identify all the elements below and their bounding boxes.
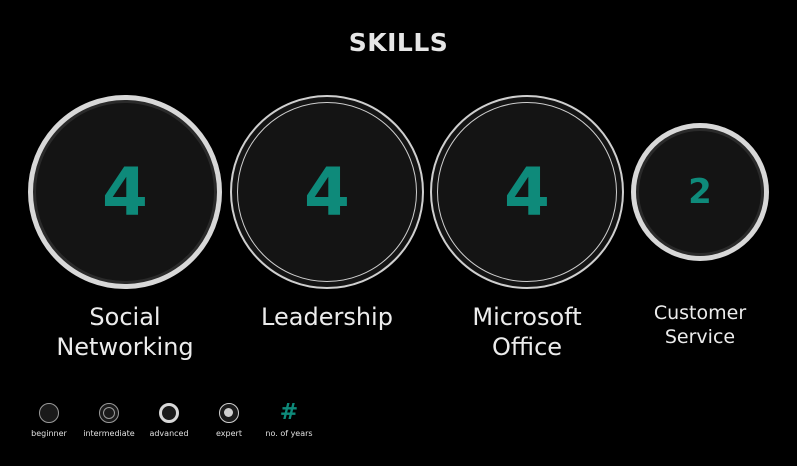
skill-label-customer-service: Customer Service <box>620 302 780 350</box>
skill-label-line: Service <box>664 325 736 348</box>
page-title: SKILLS <box>348 28 449 57</box>
skill-label-social-networking: Social Networking <box>28 302 222 362</box>
advanced-ring-icon <box>159 403 179 423</box>
skill-circle-leadership: 4 <box>230 95 424 289</box>
skill-label-line: Microsoft <box>472 303 582 331</box>
skill-label-leadership: Leadership <box>230 302 424 332</box>
skill-label-line: Office <box>491 333 563 361</box>
skill-years: 4 <box>504 153 550 231</box>
legend-label: no. of years <box>265 429 313 438</box>
skill-label-line: Networking <box>56 333 194 361</box>
skill-label-line: Leadership <box>261 303 393 331</box>
skill-years: 4 <box>102 153 148 231</box>
skill-label-microsoft-office: Microsoft Office <box>430 302 624 362</box>
intermediate-ring-icon <box>99 403 119 423</box>
skill-label-line: Customer <box>653 302 747 324</box>
skill-circle-microsoft-office: 4 <box>430 95 624 289</box>
skill-circle-social-networking: 4 <box>28 95 222 289</box>
beginner-ring-icon <box>39 403 59 423</box>
legend-years: # no. of years <box>254 400 324 439</box>
skill-years: 2 <box>688 172 712 212</box>
expert-ring-icon <box>219 403 239 423</box>
skill-years: 4 <box>304 153 350 231</box>
hash-icon: # <box>279 400 299 425</box>
skill-label-line: Social <box>89 303 161 331</box>
skill-circle-customer-service: 2 <box>631 123 769 261</box>
